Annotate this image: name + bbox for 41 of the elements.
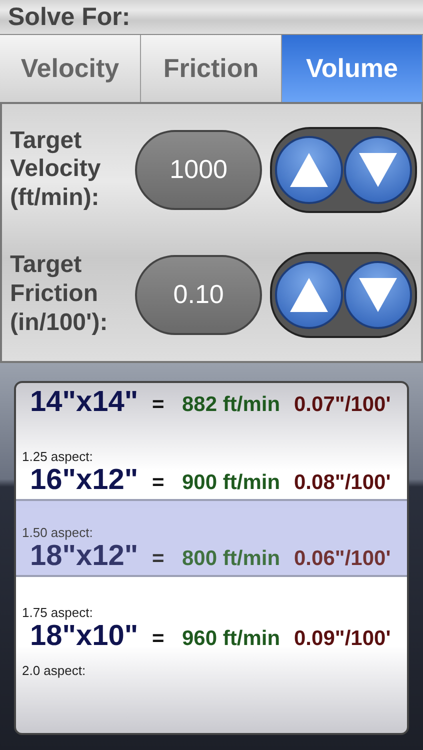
duct-size: 18"x12" xyxy=(29,540,140,574)
friction-value: 0.08"/100' xyxy=(294,471,391,496)
velocity-value: 800 ft/min xyxy=(182,547,282,572)
equals-sign: = xyxy=(152,627,166,652)
header-title: Solve For: xyxy=(8,2,130,32)
tab[interactable]: Friction xyxy=(141,35,282,102)
increment-button[interactable] xyxy=(274,260,343,329)
picker-row[interactable]: 1.25 aspect: 16"x12" = 900 ft/min 0.08"/100' xyxy=(16,421,407,500)
aspect-label: 1.25 aspect: xyxy=(22,449,94,464)
value-field[interactable]: 0.10 xyxy=(135,254,262,335)
input-label: Target Friction (in/100'): xyxy=(10,251,109,338)
input-label: Target Velocity (ft/min): xyxy=(10,126,102,214)
decrement-button[interactable] xyxy=(344,136,412,204)
friction-value: 0.09"/100' xyxy=(294,627,391,652)
increment-button[interactable] xyxy=(274,136,343,204)
aspect-label: 1.75 aspect: xyxy=(22,605,94,620)
picker-row[interactable]: 14"x14" = 882 ft/min 0.07"/100' xyxy=(16,383,407,422)
aspect-label: 1.50 aspect: xyxy=(22,525,94,540)
up-arrow-icon xyxy=(288,150,330,189)
tab[interactable]: Velocity xyxy=(0,35,141,102)
duct-size: 18"x10" xyxy=(29,620,140,654)
velocity-value: 882 ft/min xyxy=(182,393,282,418)
duct-size: 14"x14" xyxy=(29,386,140,420)
aspect-label: 2.0 aspect: xyxy=(22,663,87,678)
velocity-value: 960 ft/min xyxy=(182,627,282,652)
picker-wheel[interactable]: 14"x14" = 882 ft/min 0.07"/100' 1.25 aspect: 16"x12" = 900 ft/min 0.08"/100' 1.50 aspect: 18"x12" = 800 ft/min 0.06"/100' 1.75 aspect: 18"x10" = 960 ft/min 0.09"/100' 2.0 aspect: xyxy=(14,381,409,736)
down-arrow-icon xyxy=(357,150,400,189)
equals-sign: = xyxy=(152,471,166,496)
down-arrow-icon xyxy=(357,276,400,314)
up-arrow-icon xyxy=(288,276,330,314)
decrement-button[interactable] xyxy=(344,260,412,329)
value-field[interactable]: 1000 xyxy=(135,130,262,210)
picker-row[interactable]: 1.50 aspect: 18"x12" = 800 ft/min 0.06"/100' xyxy=(16,499,407,578)
friction-value: 0.07"/100' xyxy=(294,393,391,418)
picker-row[interactable]: 1.75 aspect: 18"x10" = 960 ft/min 0.09"/100' xyxy=(16,577,407,656)
velocity-value: 900 ft/min xyxy=(182,471,282,496)
picker-row[interactable]: 2.0 aspect: xyxy=(16,655,407,734)
equals-sign: = xyxy=(152,547,166,572)
equals-sign: = xyxy=(152,393,166,418)
duct-size: 16"x12" xyxy=(29,464,140,498)
friction-value: 0.06"/100' xyxy=(294,547,391,572)
